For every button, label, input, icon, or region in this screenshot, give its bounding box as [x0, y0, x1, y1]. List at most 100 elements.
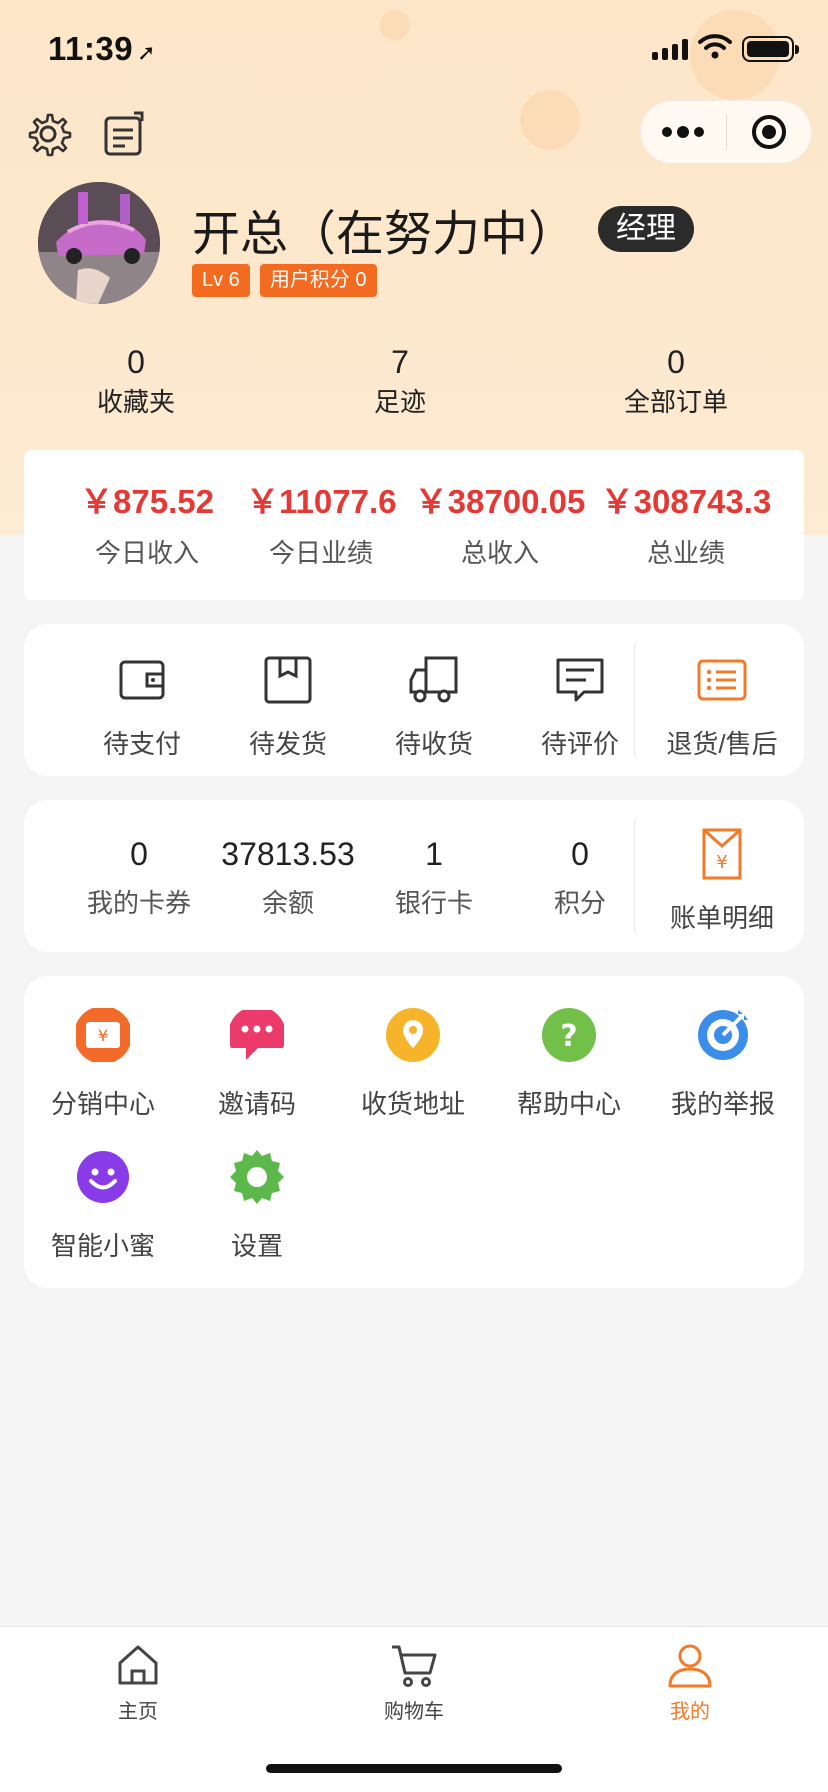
signal-icon	[652, 38, 688, 60]
wallet-label: 积分	[553, 888, 606, 918]
gear-icon[interactable]	[24, 110, 72, 158]
income-value: ￥38700.05	[414, 483, 586, 520]
wifi-icon	[698, 34, 732, 59]
income-value: ￥875.52	[80, 483, 214, 520]
stat-value: 0	[127, 344, 145, 380]
service-label: 帮助中心	[516, 1089, 621, 1119]
service-invite-code[interactable]: 邀请码	[182, 1006, 332, 1121]
stat-label: 足迹	[373, 387, 426, 417]
income-card: ￥875.52 今日收入 ￥11077.6 今日业绩 ￥38700.05 总收入…	[24, 450, 804, 600]
wallet-value: 37813.53	[221, 836, 355, 872]
home-icon	[118, 1645, 158, 1685]
order-label: 退货/售后	[666, 729, 778, 759]
bill-label: 账单明细	[669, 903, 774, 933]
stat-favorites[interactable]: 0 收藏夹	[36, 340, 236, 420]
order-pending-shipment[interactable]: 待发货	[218, 652, 358, 761]
cart-icon	[392, 1645, 437, 1687]
user-name: 开总（在努力中）	[192, 206, 577, 262]
bill-details[interactable]: ¥ 账单明细	[644, 826, 800, 935]
wallet-coupons[interactable]: 0 我的卡券	[64, 832, 214, 920]
wallet-bank-card[interactable]: 1 银行卡	[364, 832, 504, 920]
wallet-label: 我的卡券	[86, 888, 191, 918]
close-miniprogram-button[interactable]	[727, 101, 812, 163]
home-indicator	[266, 1764, 562, 1773]
distribution-icon: ¥	[76, 1008, 130, 1062]
order-pending-review[interactable]: 待评价	[510, 652, 650, 761]
user-tags: Lv 6 用户积分 0	[192, 264, 377, 297]
wallet-card: 0 我的卡券 37813.53 余额 1 银行卡 0 积分 ¥ 账单明细	[24, 800, 804, 952]
order-label: 待发货	[248, 729, 327, 759]
service-label: 设置	[230, 1231, 283, 1261]
stat-footprints[interactable]: 7 足迹	[300, 340, 500, 420]
wallet-value: 1	[425, 836, 443, 872]
list-icon	[697, 659, 747, 701]
tab-mine[interactable]: 我的	[610, 1641, 770, 1726]
service-assistant[interactable]: 智能小蜜	[28, 1148, 178, 1263]
wallet-label: 银行卡	[394, 888, 473, 918]
target-close-icon	[751, 115, 786, 149]
order-pending-receipt[interactable]: 待收货	[364, 652, 504, 761]
tab-label: 购物车	[384, 1701, 444, 1723]
order-label: 待支付	[102, 729, 181, 759]
order-status-card: 待支付 待发货 待收货 待评价 退货/售后	[24, 624, 804, 776]
assistant-icon	[77, 1151, 129, 1203]
performance-today[interactable]: ￥11077.6 今日业绩	[246, 480, 396, 570]
tab-label: 主页	[118, 1701, 158, 1723]
performance-total[interactable]: ￥308743.3 总业绩	[596, 480, 776, 570]
income-value: ￥11077.6	[246, 483, 397, 520]
stat-value: 7	[391, 344, 409, 380]
income-today[interactable]: ￥875.52 今日收入	[72, 480, 222, 570]
checkin-icon[interactable]	[100, 110, 148, 158]
avatar-image	[38, 182, 160, 304]
user-icon	[668, 1644, 712, 1688]
more-dots-icon	[662, 126, 705, 138]
service-label: 邀请码	[217, 1089, 296, 1119]
wallet-icon	[119, 660, 165, 700]
chat-icon	[230, 1010, 284, 1060]
avatar[interactable]	[38, 182, 160, 304]
service-label: 智能小蜜	[50, 1231, 155, 1261]
wallet-value: 0	[571, 836, 589, 872]
more-button[interactable]	[641, 101, 726, 163]
service-help[interactable]: ? 帮助中心	[494, 1006, 644, 1121]
svg-text:¥: ¥	[716, 852, 727, 873]
services-card: ¥ 分销中心 邀请码 收货地址 ? 帮助中心 我的举报 智能小蜜 设置	[24, 976, 804, 1288]
order-label: 待收货	[394, 729, 473, 759]
service-address[interactable]: 收货地址	[338, 1006, 488, 1121]
stat-label: 全部订单	[623, 387, 728, 417]
wallet-points[interactable]: 0 积分	[510, 832, 650, 920]
svg-text:?: ?	[560, 1019, 577, 1054]
service-label: 分销中心	[50, 1089, 155, 1119]
tab-label: 我的	[670, 1701, 710, 1723]
order-pending-payment[interactable]: 待支付	[72, 652, 212, 761]
income-label: 总业绩	[646, 538, 725, 568]
income-label: 今日收入	[94, 538, 199, 568]
tab-home[interactable]: 主页	[58, 1641, 218, 1726]
service-label: 收货地址	[360, 1089, 465, 1119]
tab-cart[interactable]: 购物车	[334, 1641, 494, 1726]
miniprogram-capsule	[640, 100, 812, 164]
stat-value: 0	[667, 344, 685, 380]
points-tag: 用户积分 0	[259, 264, 377, 297]
income-label: 今日业绩	[268, 538, 373, 568]
settings-icon	[230, 1150, 284, 1204]
box-icon	[264, 656, 312, 704]
order-after-sales[interactable]: 退货/售后	[644, 652, 800, 761]
service-label: 我的举报	[670, 1089, 775, 1119]
help-icon: ?	[542, 1008, 596, 1062]
wallet-balance[interactable]: 37813.53 余额	[208, 832, 368, 920]
status-bar: 11:39 ➚	[0, 0, 828, 100]
stats-row: 0 收藏夹 7 足迹 0 全部订单	[0, 340, 828, 430]
svg-text:¥: ¥	[98, 1026, 108, 1045]
income-total[interactable]: ￥38700.05 总收入	[410, 480, 590, 570]
bill-icon: ¥	[702, 828, 742, 880]
stat-all-orders[interactable]: 0 全部订单	[576, 340, 776, 420]
service-report[interactable]: 我的举报	[648, 1006, 798, 1121]
service-distribution[interactable]: ¥ 分销中心	[28, 1006, 178, 1121]
income-value: ￥308743.3	[600, 483, 772, 520]
level-tag: Lv 6	[192, 264, 250, 297]
order-label: 待评价	[540, 729, 619, 759]
wallet-label: 余额	[261, 888, 314, 918]
stat-label: 收藏夹	[96, 387, 175, 417]
service-settings[interactable]: 设置	[182, 1148, 332, 1263]
